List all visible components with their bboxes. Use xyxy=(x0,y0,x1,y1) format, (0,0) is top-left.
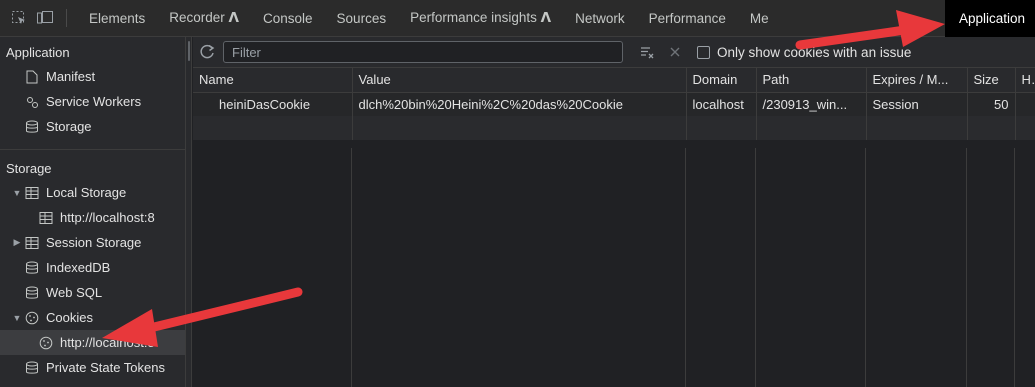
expanded-triangle-icon[interactable]: ▼ xyxy=(12,188,22,198)
sidebar-item-service-workers[interactable]: Service Workers xyxy=(0,89,185,114)
cookies-toolbar: Filter Only show cookies with an issue xyxy=(193,37,1035,68)
tab-performance[interactable]: Performance xyxy=(637,0,738,37)
sidebar-item-cookies[interactable]: ▼ Cookies xyxy=(0,305,185,330)
cookies-panel: Filter Only show cookies with an issue N… xyxy=(193,37,1035,387)
tab-recorder[interactable]: Recorder 𝝠 xyxy=(157,0,251,37)
devtools-tab-bar: Elements Recorder 𝝠 Console Sources Perf… xyxy=(0,0,1035,37)
sidebar-item-private-state-tokens[interactable]: Private State Tokens xyxy=(0,355,185,380)
collapsed-triangle-icon[interactable]: ▶ xyxy=(12,237,22,248)
tab-console[interactable]: Console xyxy=(251,0,325,37)
database-icon xyxy=(24,260,40,276)
sidebar-item-local-storage-origin[interactable]: http://localhost:8 xyxy=(0,205,185,230)
sidebar-item-label: Manifest xyxy=(46,69,96,84)
sidebar-item-manifest[interactable]: Manifest xyxy=(0,64,185,89)
only-issue-label: Only show cookies with an issue xyxy=(717,44,912,60)
grid-column-line xyxy=(193,148,352,387)
cell-path: /230913_win... xyxy=(756,92,867,116)
resizer-grip[interactable] xyxy=(188,41,190,61)
table-row[interactable]: heiniDasCookie dlch%20bin%20Heini%2C%20d… xyxy=(193,92,1035,116)
device-toolbar-icon[interactable] xyxy=(34,7,56,29)
column-header-path[interactable]: Path xyxy=(756,68,867,93)
grid-column-line xyxy=(967,148,1015,387)
filter-input[interactable]: Filter xyxy=(223,41,623,63)
sidebar-item-label: Private State Tokens xyxy=(46,360,165,375)
tab-sources[interactable]: Sources xyxy=(325,0,399,37)
cell-httponly xyxy=(1015,92,1035,116)
sidebar-heading-application: Application xyxy=(6,44,70,60)
grid-column-line xyxy=(866,148,967,387)
grid-column-line xyxy=(686,148,756,387)
empty-cell xyxy=(756,116,867,140)
tab-elements[interactable]: Elements xyxy=(77,0,157,37)
empty-cell xyxy=(967,116,1016,140)
sidebar-divider xyxy=(0,149,185,150)
sidebar-item-label: IndexedDB xyxy=(46,260,111,275)
clear-all-icon[interactable] xyxy=(661,38,689,66)
column-header-domain[interactable]: Domain xyxy=(686,68,757,93)
sidebar-item-label: Service Workers xyxy=(46,94,142,109)
cell-name: heiniDasCookie xyxy=(193,92,353,116)
empty-cell xyxy=(686,116,757,140)
sidebar-resizer[interactable] xyxy=(186,37,192,387)
expanded-triangle-icon[interactable]: ▼ xyxy=(12,313,22,323)
tab-application[interactable]: Application xyxy=(944,0,1035,37)
cell-value: dlch%20bin%20Heini%2C%20das%20Cookie xyxy=(352,92,687,116)
inspect-element-icon[interactable] xyxy=(8,7,30,29)
gears-icon xyxy=(24,94,40,110)
grid-column-line xyxy=(352,148,686,387)
sidebar-item-indexeddb[interactable]: IndexedDB xyxy=(0,255,185,280)
cookies-table: Name Value Domain Path Expires / M... Si… xyxy=(193,68,1035,140)
sidebar-item-label: Local Storage xyxy=(46,185,127,200)
sidebar-item-label: http://localhost:8 xyxy=(60,210,155,225)
sidebar-item-label: Storage xyxy=(46,119,92,134)
tab-network[interactable]: Network xyxy=(563,0,637,37)
empty-cell xyxy=(1015,116,1035,140)
database-icon xyxy=(24,285,40,301)
sidebar-item-web-sql[interactable]: Web SQL xyxy=(0,280,185,305)
sidebar-item-local-storage[interactable]: ▼ Local Storage xyxy=(0,180,185,205)
cell-size: 50 xyxy=(967,92,1016,116)
document-icon xyxy=(24,69,40,85)
sidebar-item-label: Cookies xyxy=(46,310,93,325)
sidebar-item-storage[interactable]: Storage xyxy=(0,114,185,139)
cell-domain: localhost xyxy=(686,92,757,116)
empty-cell xyxy=(352,116,687,140)
cookie-icon xyxy=(38,335,54,351)
cookie-icon xyxy=(24,310,40,326)
column-header-value[interactable]: Value xyxy=(352,68,687,93)
toolbar-divider xyxy=(66,9,67,27)
column-header-name[interactable]: Name xyxy=(193,68,353,93)
table-icon xyxy=(24,235,40,251)
empty-cell xyxy=(866,116,968,140)
table-header-row: Name Value Domain Path Expires / M... Si… xyxy=(193,68,1035,93)
database-icon xyxy=(24,119,40,135)
column-header-expires[interactable]: Expires / M... xyxy=(866,68,968,93)
table-icon xyxy=(24,185,40,201)
column-header-httponly[interactable]: H xyxy=(1015,68,1035,93)
tab-performance-insights[interactable]: Performance insights 𝝠 xyxy=(398,0,563,37)
sidebar-item-label: Session Storage xyxy=(46,235,142,250)
table-row-empty xyxy=(193,116,1035,140)
grid-column-line xyxy=(756,148,866,387)
application-sidebar: Application Manifest Service Workers Sto… xyxy=(0,37,186,387)
table-empty-area xyxy=(193,148,1035,387)
refresh-icon[interactable] xyxy=(193,38,221,66)
sidebar-item-label: http://localhost:8 xyxy=(60,335,155,350)
empty-cell xyxy=(193,116,353,140)
sidebar-item-label: Web SQL xyxy=(46,285,103,300)
table-icon xyxy=(38,210,54,226)
database-icon xyxy=(24,360,40,376)
sidebar-item-cookies-origin[interactable]: http://localhost:8 xyxy=(0,330,185,355)
tab-memory[interactable]: Me xyxy=(738,0,781,37)
sidebar-item-session-storage[interactable]: ▶ Session Storage xyxy=(0,230,185,255)
cell-expires: Session xyxy=(866,92,968,116)
column-header-size[interactable]: Size xyxy=(967,68,1016,93)
clear-filtered-cookies-icon[interactable] xyxy=(633,38,661,66)
sidebar-heading-storage: Storage xyxy=(6,160,52,176)
only-issue-checkbox[interactable] xyxy=(697,45,710,59)
